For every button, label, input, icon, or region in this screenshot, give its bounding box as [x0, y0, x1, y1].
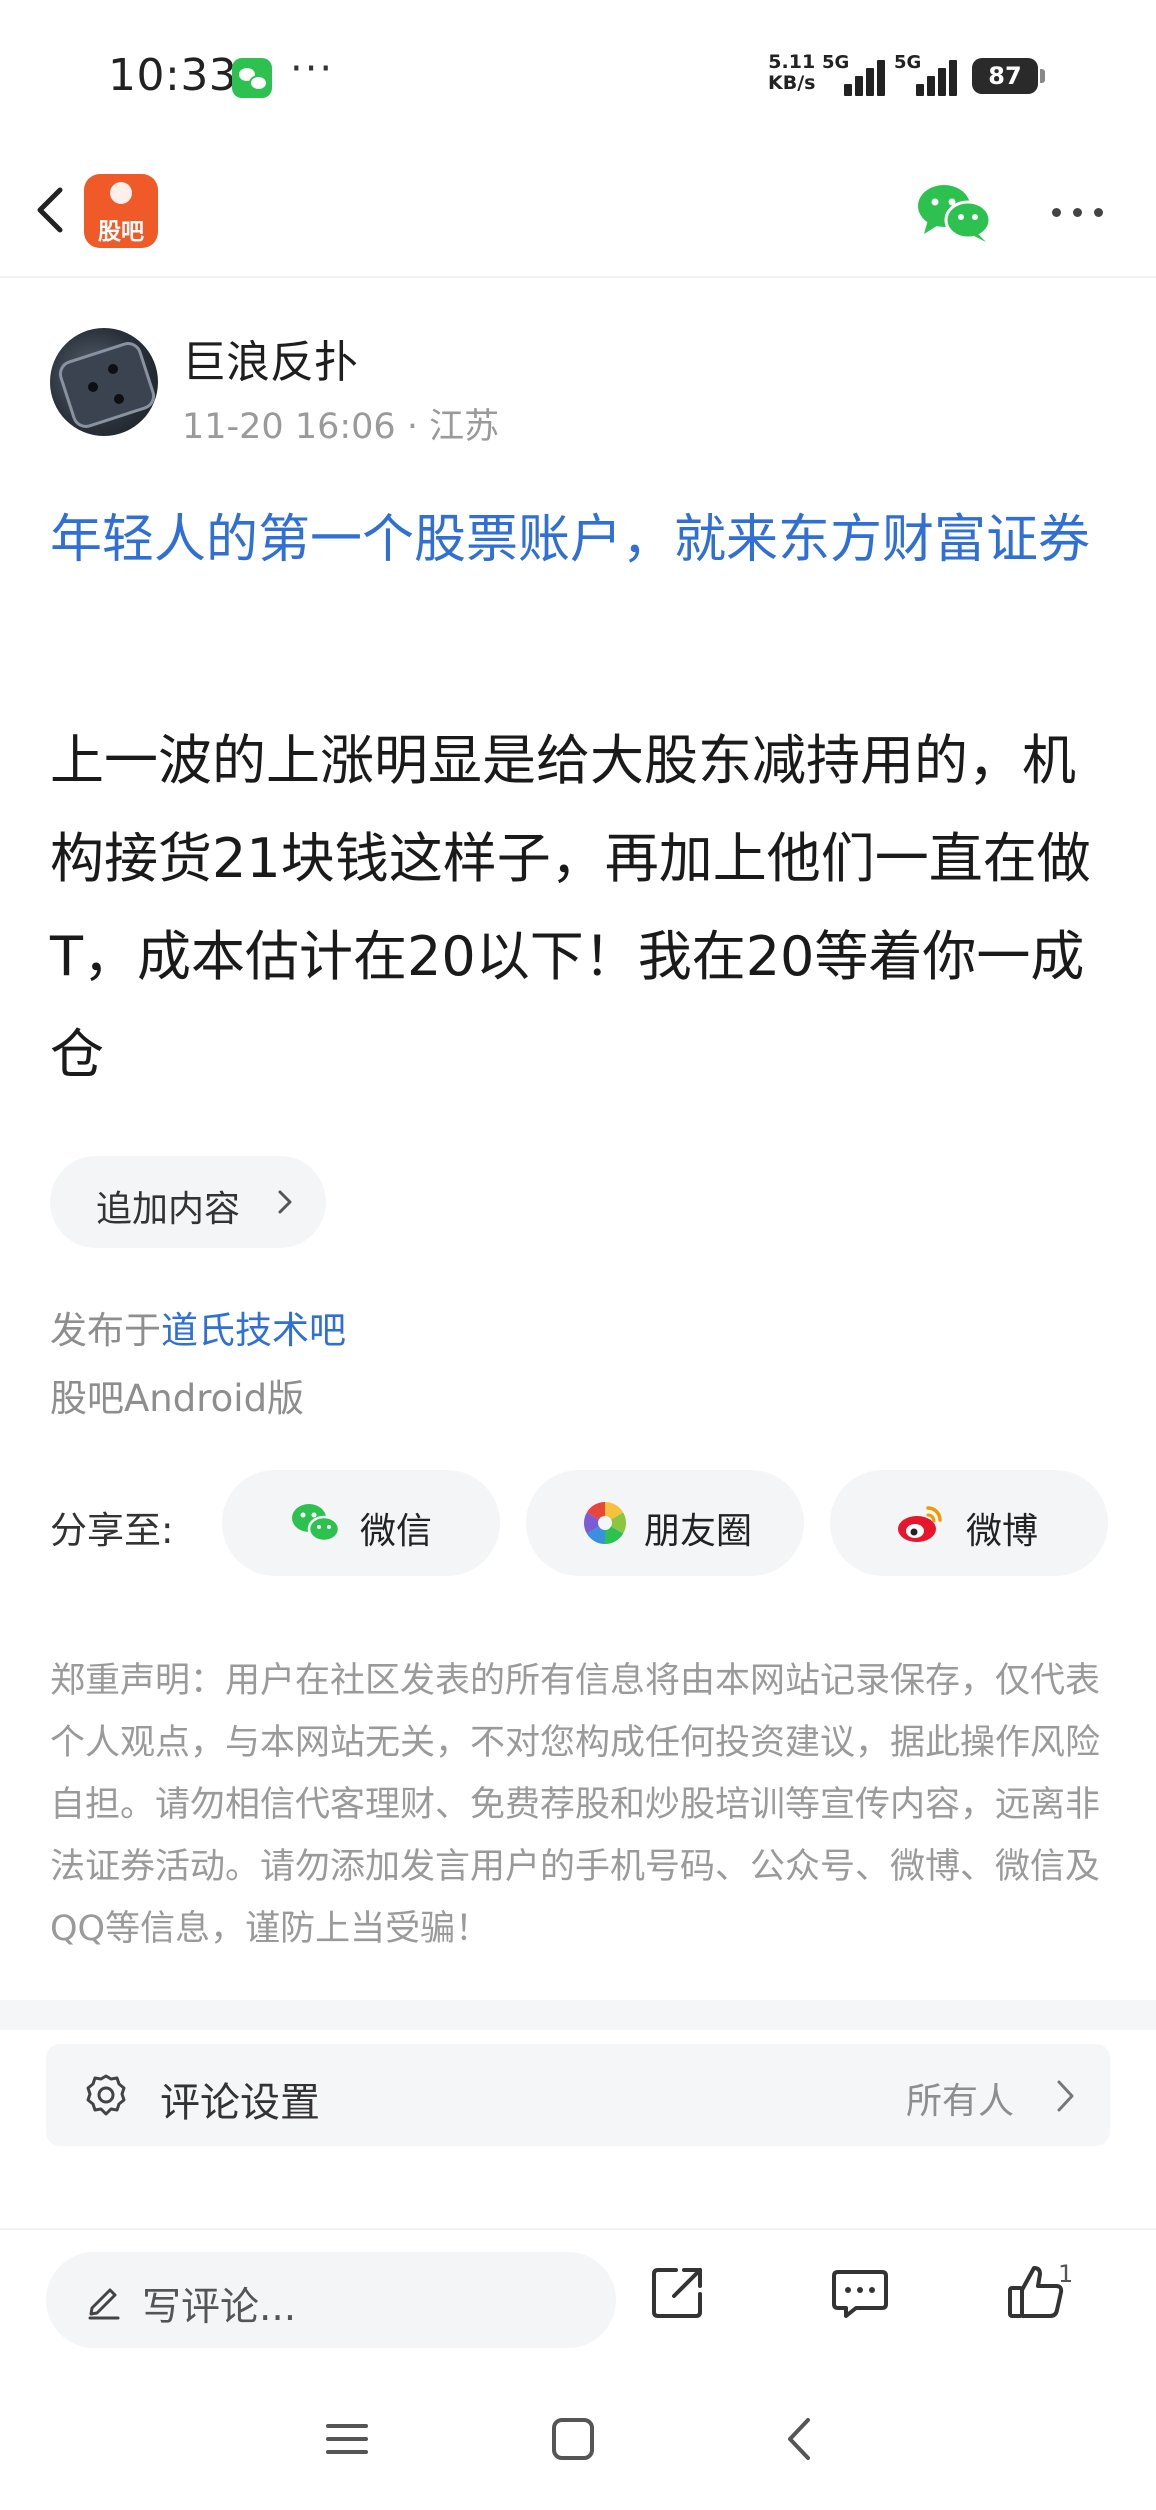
- share-out-icon[interactable]: [646, 2260, 710, 2324]
- battery-indicator: 87: [972, 58, 1045, 94]
- author-avatar[interactable]: [50, 328, 158, 436]
- append-content-label: 追加内容: [96, 1189, 241, 1230]
- back-arrow-icon[interactable]: [28, 178, 88, 242]
- comment-input[interactable]: 写评论...: [46, 2252, 616, 2348]
- status-time: 10:33: [108, 50, 238, 101]
- like-count: 1: [1058, 2260, 1074, 2288]
- menu-icon[interactable]: [320, 2412, 374, 2466]
- post-body: 上一波的上涨明显是给大股东减持用的，机构接货21块钱这样子，再加上他们一直在做T…: [50, 729, 1091, 1086]
- home-square-icon[interactable]: [546, 2412, 600, 2466]
- logo-text: 股吧: [98, 219, 144, 245]
- sim1-label: 5G: [822, 52, 850, 73]
- chevron-right-icon: [278, 1190, 292, 1214]
- published-prefix: 发布于: [50, 1309, 161, 1352]
- platform-label: 股吧Android版: [50, 1377, 305, 1420]
- append-content-button[interactable]: 追加内容: [50, 1156, 326, 1248]
- share-moments-button[interactable]: 朋友圈: [526, 1470, 804, 1576]
- share-label: 分享至:: [50, 1509, 174, 1552]
- sim2-label: 5G: [894, 52, 922, 73]
- pen-icon: [88, 2288, 120, 2320]
- gear-icon: [86, 2074, 126, 2116]
- section-divider: [0, 2000, 1156, 2030]
- wechat-notification-icon: [232, 58, 272, 98]
- share-weibo-button[interactable]: 微博: [830, 1470, 1108, 1576]
- network-rate-unit: KB/s: [768, 72, 816, 94]
- more-dots-icon[interactable]: [1048, 198, 1108, 228]
- comment-placeholder: 写评论...: [142, 2285, 297, 2330]
- share-wechat-label: 微信: [360, 1511, 433, 1552]
- comment-settings-label: 评论设置: [160, 2080, 320, 2126]
- signal-icon-sim2: 5G: [894, 52, 964, 96]
- comment-settings-value: 所有人: [906, 2081, 1015, 2122]
- meta-separator: ·: [406, 407, 430, 447]
- share-moments-label: 朋友圈: [644, 1511, 753, 1552]
- wechat-share-icon[interactable]: [916, 180, 992, 244]
- post-detail-page: 10:33 ··· 5.11 KB/s 5G 5G 87 股吧 巨浪反扑 11-…: [0, 0, 1156, 2510]
- post-title-link[interactable]: 年轻人的第一个股票账户，就来东方财富证券: [50, 498, 1120, 582]
- share-weibo-label: 微博: [966, 1511, 1039, 1552]
- back-triangle-icon[interactable]: [774, 2412, 828, 2466]
- system-nav-bar: [0, 2370, 1156, 2510]
- signal-icon-sim1: 5G: [822, 52, 892, 96]
- top-header: 股吧: [0, 150, 1156, 278]
- share-wechat-button[interactable]: 微信: [222, 1470, 500, 1576]
- bottom-action-bar: 写评论... 1: [0, 2228, 1156, 2370]
- chevron-right-icon: [1057, 2080, 1074, 2112]
- disclaimer-text: 郑重声明：用户在社区发表的所有信息将由本网站记录保存，仅代表个人观点，与本网站无…: [50, 1661, 1101, 1949]
- author-name[interactable]: 巨浪反扑: [182, 326, 358, 390]
- post-date: 11-20 16:06: [182, 407, 396, 447]
- moments-icon: [583, 1502, 627, 1544]
- status-bar: 10:33 ··· 5.11 KB/s 5G 5G 87: [0, 0, 1156, 150]
- published-in: 发布于道氏技术吧: [50, 1300, 346, 1354]
- more-notifications-icon: ···: [290, 46, 335, 92]
- comment-settings-row[interactable]: 评论设置 所有人: [46, 2044, 1110, 2146]
- logo-mark: [110, 182, 132, 204]
- comment-bubble-icon[interactable]: [828, 2260, 892, 2324]
- guba-logo-icon[interactable]: 股吧: [84, 174, 158, 248]
- network-rate-value: 5.11: [768, 51, 816, 73]
- network-rate: 5.11 KB/s: [768, 52, 815, 94]
- weibo-icon: [898, 1506, 942, 1542]
- post-meta: 11-20 16:06 · 江苏: [182, 398, 499, 449]
- forum-link[interactable]: 道氏技术吧: [161, 1309, 346, 1352]
- post-location: 江苏: [429, 407, 500, 447]
- wechat-icon: [292, 1504, 340, 1543]
